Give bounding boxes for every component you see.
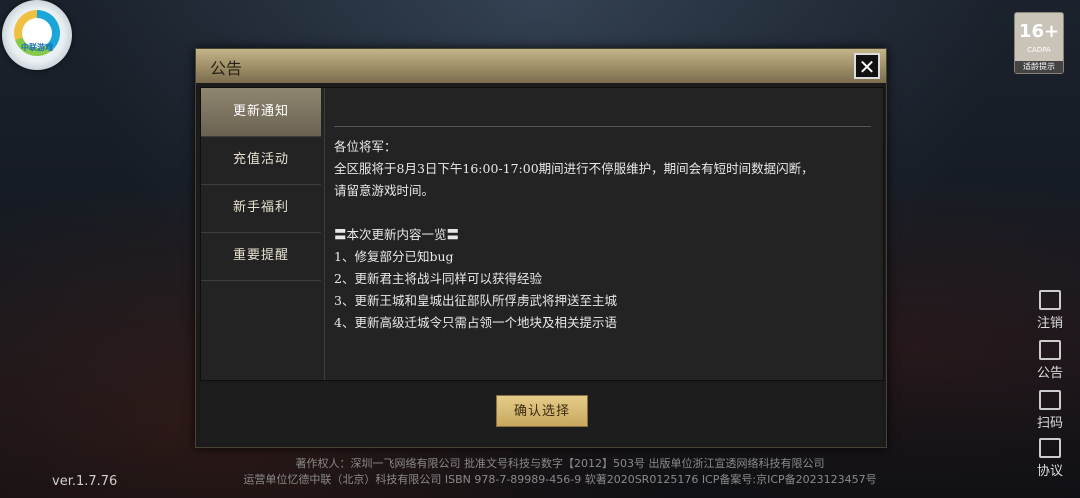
tab-recharge-event[interactable]: 充值活动 [201,136,321,185]
announcement-icon [1039,340,1061,360]
announcement-dialog: 公告 ✕ 更新通知 充值活动 新手福利 重要提醒 各位将军： 全区服将于8月3日… [195,48,887,448]
age-rating-badge[interactable]: 16+ CADPA 适龄提示 [1014,12,1064,74]
section-title: 〓本次更新内容一览〓 [334,227,460,242]
announcement-content: 各位将军： 全区服将于8月3日下午16:00-17:00期间进行不停服维护，期间… [334,88,874,380]
close-button[interactable]: ✕ [854,53,880,79]
age-rating-number: 16+ [1018,21,1060,42]
side-item-label: 协议 [1036,464,1063,479]
tab-newbie-benefits[interactable]: 新手福利 [201,184,321,233]
tab-important-reminder[interactable]: 重要提醒 [201,232,321,281]
confirm-button[interactable]: 确认选择 [496,395,588,427]
credits-line-2: 运营单位忆德中联（北京）科技有限公司 ISBN 978-7-89989-456-… [243,473,877,486]
app-logo[interactable]: 中联游戏 [2,0,72,70]
content-divider [334,126,871,127]
side-item-agreement[interactable]: 协议 [1030,438,1070,479]
content-line-2: 请留意游戏时间。 [334,183,435,198]
update-item: 3、更新王城和皇城出征部队所俘虏武将押送至主城 [334,293,617,308]
age-rating-org: CADPA [1027,46,1051,54]
scan-icon [1039,390,1061,410]
side-item-label: 公告 [1036,366,1063,381]
version-label: ver.1.7.76 [52,474,118,489]
side-item-label: 扫码 [1036,416,1063,431]
update-item: 1、修复部分已知bug [334,249,454,264]
credits-line-1: 著作权人：深圳一飞网络有限公司 批准文号科技与数字【2012】503号 出版单位… [295,457,825,470]
tab-update-notice[interactable]: 更新通知 [201,88,321,137]
side-item-scan[interactable]: 扫码 [1030,390,1070,431]
dialog-footer: 确认选择 [200,383,882,443]
logout-icon [1039,290,1061,310]
agreement-icon [1039,438,1061,458]
side-item-announcement[interactable]: 公告 [1030,340,1070,381]
greeting: 各位将军： [334,139,397,154]
update-item: 4、更新高级迁城令只需占领一个地块及相关提示语 [334,315,617,330]
side-item-logout[interactable]: 注销 [1030,290,1070,331]
side-item-label: 注销 [1036,316,1063,331]
logo-text: 中联游戏 [21,43,53,52]
update-item: 2、更新君主将战斗同样可以获得经验 [334,271,542,286]
dialog-title: 公告 [210,59,243,78]
age-rating-tip: 适龄提示 [1015,61,1063,73]
content-line-1: 全区服将于8月3日下午16:00-17:00期间进行不停服维护，期间会有短时间数… [334,161,814,176]
tab-list: 更新通知 充值活动 新手福利 重要提醒 [201,88,325,380]
dialog-panel: 更新通知 充值活动 新手福利 重要提醒 各位将军： 全区服将于8月3日下午16:… [200,87,884,381]
dialog-title-bar: 公告 ✕ [196,49,886,83]
